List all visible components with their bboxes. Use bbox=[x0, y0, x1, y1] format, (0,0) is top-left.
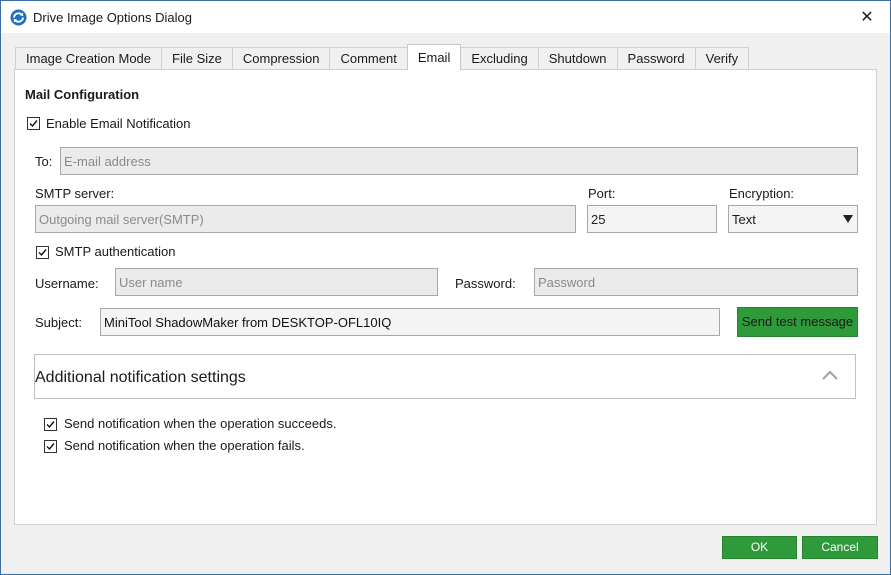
checkmark-icon bbox=[29, 120, 38, 128]
chevron-up-icon bbox=[822, 370, 838, 380]
ok-button[interactable]: OK bbox=[722, 536, 797, 559]
mail-configuration-heading: Mail Configuration bbox=[25, 87, 140, 102]
app-logo-icon bbox=[10, 9, 27, 26]
port-label: Port: bbox=[588, 186, 616, 201]
checkmark-icon bbox=[46, 421, 55, 429]
tab-excluding[interactable]: Excluding bbox=[460, 47, 539, 70]
tab-verify[interactable]: Verify bbox=[694, 47, 750, 70]
dropdown-arrow-icon bbox=[843, 215, 853, 223]
tab-comment[interactable]: Comment bbox=[329, 47, 408, 70]
encryption-label: Encryption: bbox=[729, 186, 795, 201]
password-label: Password: bbox=[455, 276, 516, 291]
smtp-auth-checkbox[interactable] bbox=[36, 246, 49, 259]
notify-success-checkbox[interactable] bbox=[44, 418, 57, 431]
username-input[interactable] bbox=[115, 268, 438, 296]
smtp-server-input[interactable] bbox=[35, 205, 576, 233]
additional-settings-header[interactable]: Additional notification settings bbox=[34, 354, 856, 399]
tab-password[interactable]: Password bbox=[616, 47, 696, 70]
smtp-auth-label: SMTP authentication bbox=[55, 244, 176, 259]
subject-input[interactable] bbox=[100, 308, 720, 336]
encryption-value: Text bbox=[732, 212, 756, 227]
notify-fail-checkbox[interactable] bbox=[44, 440, 57, 453]
tab-image-creation-mode[interactable]: Image Creation Mode bbox=[15, 47, 163, 70]
close-icon: ✕ bbox=[860, 9, 874, 26]
dialog-window: Drive Image Options Dialog ✕ Image Creat… bbox=[0, 0, 891, 575]
cancel-button[interactable]: Cancel bbox=[802, 536, 878, 559]
notify-success-label: Send notification when the operation suc… bbox=[64, 416, 337, 431]
username-label: Username: bbox=[35, 276, 99, 291]
title-bar: Drive Image Options Dialog ✕ bbox=[1, 1, 890, 33]
tab-strip: Image Creation Mode File Size Compressio… bbox=[15, 44, 750, 70]
tab-compression[interactable]: Compression bbox=[231, 47, 331, 70]
tab-shutdown[interactable]: Shutdown bbox=[537, 47, 618, 70]
smtp-server-label: SMTP server: bbox=[35, 186, 115, 201]
enable-email-checkbox[interactable] bbox=[27, 117, 40, 130]
close-button[interactable]: ✕ bbox=[844, 1, 890, 33]
checkmark-icon bbox=[38, 249, 47, 257]
window-title: Drive Image Options Dialog bbox=[33, 10, 192, 25]
notify-fail-label: Send notification when the operation fai… bbox=[64, 438, 305, 453]
to-label: To: bbox=[35, 154, 53, 169]
checkmark-icon bbox=[46, 443, 55, 451]
subject-label: Subject: bbox=[35, 315, 82, 330]
password-input[interactable] bbox=[534, 268, 858, 296]
additional-settings-title: Additional notification settings bbox=[35, 369, 246, 386]
tab-email[interactable]: Email bbox=[406, 44, 462, 70]
send-test-message-button[interactable]: Send test message bbox=[737, 307, 858, 337]
enable-email-label: Enable Email Notification bbox=[46, 116, 191, 131]
encryption-select[interactable]: Text bbox=[728, 205, 858, 233]
email-tab-panel: Mail Configuration Enable Email Notifica… bbox=[14, 69, 877, 525]
email-address-input[interactable] bbox=[60, 147, 858, 175]
port-input[interactable] bbox=[587, 205, 717, 233]
tab-file-size[interactable]: File Size bbox=[161, 47, 233, 70]
